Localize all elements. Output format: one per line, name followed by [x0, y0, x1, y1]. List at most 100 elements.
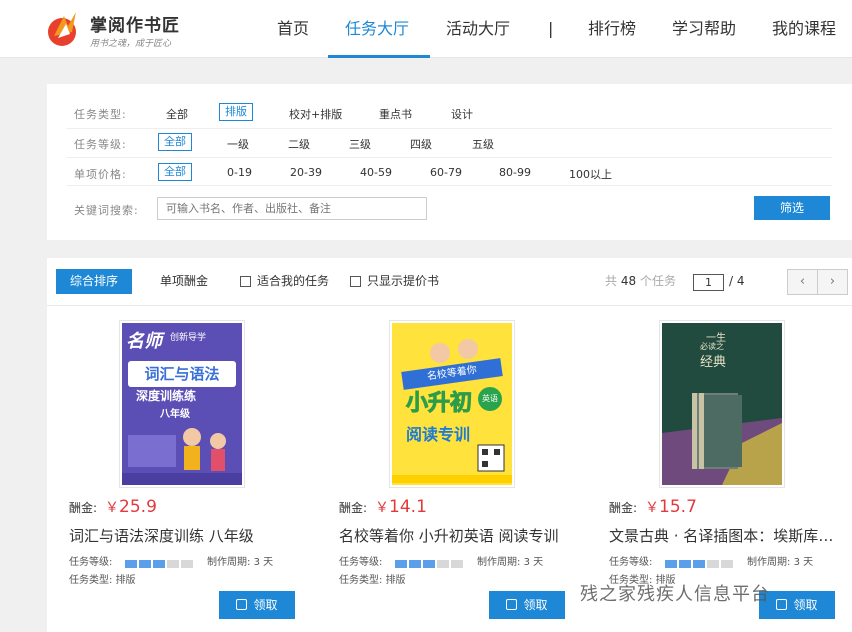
price-option-0-19[interactable]: 0-19 [227, 166, 252, 179]
brand-name: 掌阅作书匠 [90, 16, 180, 36]
cycle-value: 3 天 [523, 557, 544, 568]
price-option-all[interactable]: 全部 [158, 163, 192, 181]
reward-price: 15.7 [659, 497, 697, 517]
task-card: 名师 创新导学 词汇与语法 深度训练练 八年级 酬金: ￥25.9 词汇与语法深度… [47, 320, 317, 632]
keyword-search-input[interactable] [157, 197, 427, 220]
level-option-3[interactable]: 三级 [349, 136, 371, 152]
total-prefix: 共 [605, 274, 618, 288]
reward-price: 25.9 [119, 497, 157, 517]
level-segment [181, 560, 193, 568]
edit-check-icon [506, 599, 518, 610]
reward-price: 14.1 [389, 497, 427, 517]
level-segment [693, 560, 705, 568]
level-option-5[interactable]: 五级 [472, 136, 494, 152]
task-list-panel: 综合排序 单项酬金 适合我的任务 只显示提价书 共 48 个任务 1 / 4 ‹… [47, 258, 852, 632]
book-title[interactable]: 文景古典 · 名译插图本：埃斯库罗斯悲剧 [609, 525, 839, 546]
task-level-bars [125, 553, 195, 572]
level-segment [125, 560, 137, 568]
page-number-input[interactable]: 1 [693, 274, 724, 291]
cycle-label: 制作周期: [477, 557, 521, 568]
cycle-info: 制作周期: 3 天 [477, 553, 543, 568]
nav-home[interactable]: 首页 [277, 0, 309, 58]
nav-learning-help[interactable]: 学习帮助 [672, 0, 736, 58]
top-header: 掌阅作书匠 用书之魂，成于匠心 首页 任务大厅 活动大厅 | 排行榜 学习帮助 … [0, 0, 852, 58]
suitable-tasks-checkbox[interactable] [240, 276, 251, 287]
book-cover[interactable]: 一生 必读之 经典 [659, 320, 785, 488]
filter-divider [67, 185, 832, 186]
nav-my-courses[interactable]: 我的课程 [772, 0, 836, 58]
task-type-value: 排版 [115, 575, 136, 586]
cycle-info: 制作周期: 3 天 [747, 553, 813, 568]
filter-divider [67, 157, 832, 158]
cycle-value: 3 天 [253, 557, 274, 568]
task-type-info: 任务类型: 排版 [69, 571, 136, 586]
next-page-button[interactable]: › [817, 269, 848, 295]
sort-default-button[interactable]: 综合排序 [56, 269, 132, 294]
type-option-proof-layout[interactable]: 校对+排版 [289, 106, 342, 122]
watermark-text: 残之家残疾人信息平台 [580, 584, 770, 605]
currency-symbol: ￥ [105, 500, 120, 516]
book-title[interactable]: 名校等着你 小升初英语 阅读专训 [339, 525, 569, 546]
task-level-bars [395, 553, 465, 572]
reward-label: 酬金: [339, 501, 368, 515]
price-option-60-79[interactable]: 60-79 [430, 166, 462, 179]
claim-button[interactable]: 领取 [219, 591, 295, 619]
cycle-label: 制作周期: [207, 557, 251, 568]
currency-symbol: ￥ [375, 500, 390, 516]
price-option-80-99[interactable]: 80-99 [499, 166, 531, 179]
nav-separator: | [548, 19, 554, 38]
claim-button[interactable]: 领取 [489, 591, 565, 619]
suitable-tasks-label[interactable]: 适合我的任务 [257, 269, 329, 294]
level-segment [665, 560, 677, 568]
claim-label: 领取 [793, 598, 818, 612]
keyword-label: 关键词搜索: [74, 204, 139, 217]
type-option-layout[interactable]: 排版 [219, 103, 253, 121]
price-option-20-39[interactable]: 20-39 [290, 166, 322, 179]
cover-image: 一生 必读之 经典 [662, 323, 782, 485]
cover-kids-illustration-icon [122, 428, 242, 485]
filter-button[interactable]: 筛选 [754, 196, 830, 220]
task-type-value: 排版 [385, 575, 406, 586]
cover-image: 名师 创新导学 词汇与语法 深度训练练 八年级 [122, 323, 242, 485]
task-level-bars [665, 553, 735, 572]
level-segment [679, 560, 691, 568]
level-segment [437, 560, 449, 568]
price-option-40-59[interactable]: 40-59 [360, 166, 392, 179]
raise-only-label[interactable]: 只显示提价书 [367, 269, 439, 294]
type-option-all[interactable]: 全部 [166, 106, 188, 122]
book-cover[interactable]: 名校等着你 小升初 英语 阅读专训 [389, 320, 515, 488]
prev-page-button[interactable]: ‹ [787, 269, 818, 295]
task-level-label: 任务等级: [609, 557, 653, 568]
total-count: 48 [620, 274, 637, 288]
nav-ranking[interactable]: 排行榜 [588, 0, 636, 58]
nav-active-indicator [328, 55, 430, 58]
task-level-label: 任务等级: [339, 557, 383, 568]
cover-sub-title: 深度训练练 [136, 389, 197, 403]
level-option-2[interactable]: 二级 [288, 136, 310, 152]
nav-activity-hall[interactable]: 活动大厅 [446, 0, 510, 58]
claim-label: 领取 [253, 598, 278, 612]
level-segment [707, 560, 719, 568]
level-segment [139, 560, 151, 568]
level-option-4[interactable]: 四级 [410, 136, 432, 152]
task-type-label: 任务类型: [74, 108, 127, 121]
type-option-key-book[interactable]: 重点书 [379, 106, 412, 122]
sort-reward-button[interactable]: 单项酬金 [160, 269, 208, 294]
cover-image: 名校等着你 小升初 英语 阅读专训 [392, 323, 512, 485]
cycle-value: 3 天 [793, 557, 814, 568]
level-segment [423, 560, 435, 568]
claim-button[interactable]: 领取 [759, 591, 835, 619]
page-total: / 4 [729, 274, 745, 288]
price-option-100-plus[interactable]: 100以上 [569, 166, 612, 182]
task-type-label: 任务类型: [339, 575, 383, 586]
level-option-1[interactable]: 一级 [227, 136, 249, 152]
type-option-design[interactable]: 设计 [451, 106, 473, 122]
cycle-info: 制作周期: 3 天 [207, 553, 273, 568]
task-level-label: 任务等级: [74, 138, 127, 151]
total-suffix: 个任务 [639, 274, 676, 288]
book-title[interactable]: 词汇与语法深度训练 八年级 [69, 525, 299, 546]
nav-task-hall[interactable]: 任务大厅 [345, 0, 409, 58]
level-option-all[interactable]: 全部 [158, 133, 192, 151]
book-cover[interactable]: 名师 创新导学 词汇与语法 深度训练练 八年级 [119, 320, 245, 488]
raise-only-checkbox[interactable] [350, 276, 361, 287]
